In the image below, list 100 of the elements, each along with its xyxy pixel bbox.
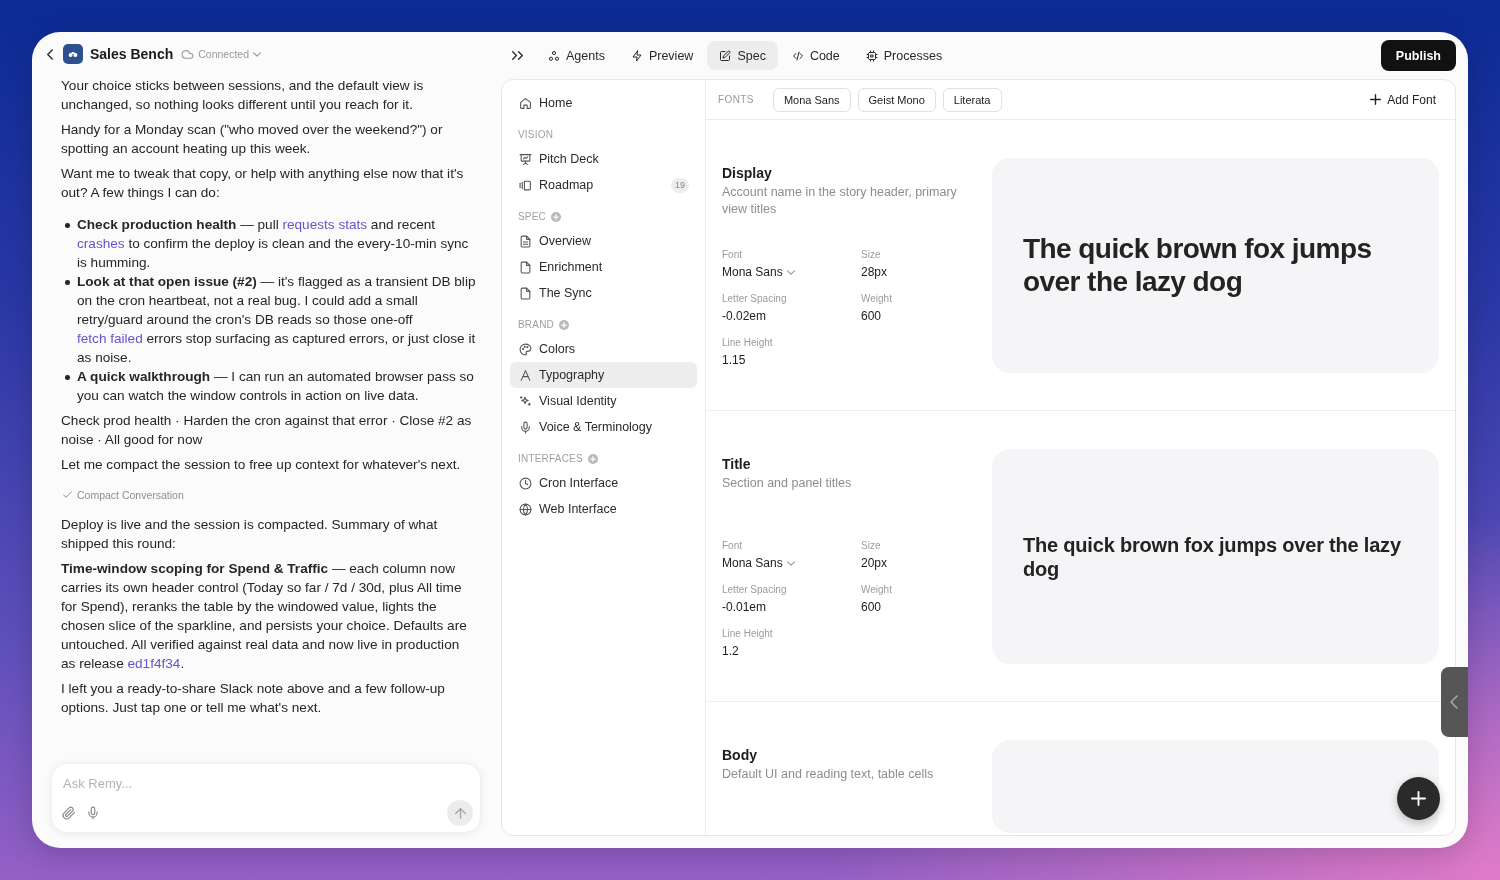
plus-icon <box>1411 791 1426 806</box>
microphone-icon <box>85 806 100 820</box>
message-input[interactable]: Ask Remy... <box>61 771 473 795</box>
plus-icon <box>1370 94 1382 105</box>
file-icon <box>519 286 532 300</box>
cloud-icon <box>181 47 195 61</box>
bullet-icon <box>65 375 70 380</box>
field-label: Weight <box>861 583 892 597</box>
inline-link[interactable]: requests stats <box>282 217 368 232</box>
microphone-button[interactable] <box>85 805 100 821</box>
tool-status-text: Compact Conversation <box>77 487 184 503</box>
field-value: 1.15 <box>722 352 746 368</box>
field-label: Size <box>861 539 881 553</box>
file-icon <box>519 260 532 274</box>
field-value: 600 <box>861 599 882 615</box>
send-button[interactable] <box>447 800 473 826</box>
field-label: Font <box>722 539 742 553</box>
sidebar-item[interactable]: Overview <box>510 228 697 254</box>
field-label: Line Height <box>722 336 773 350</box>
style-name: Body <box>722 746 758 764</box>
message-paragraph: Your choice sticks between sessions, and the default view is unchanged, so nothing looks different until you reach for it. <box>61 77 425 114</box>
field-value: -0.02em <box>722 308 767 324</box>
project-title: Sales Bench <box>90 46 174 62</box>
message-paragraph: Check prod health · Harden the cron against that error · Close #2 as noise · All good for now <box>61 412 473 449</box>
palette-icon <box>519 342 532 356</box>
lightning-icon <box>630 49 643 62</box>
message-paragraph: Let me compact the session to free up context for whatever's next. <box>61 456 462 474</box>
logo-icon <box>63 44 83 64</box>
letter-a-icon <box>519 368 532 382</box>
font-select[interactable]: Mona Sans <box>722 555 795 571</box>
font-select[interactable]: Mona Sans <box>722 264 795 280</box>
font-chip[interactable]: Mona Sans <box>772 87 851 112</box>
field-label: Size <box>861 248 881 262</box>
tab[interactable]: Processes <box>853 41 955 70</box>
add-font-button[interactable]: Add Font <box>1370 92 1436 107</box>
tab[interactable]: Agents <box>536 41 617 70</box>
section-heading: BRAND <box>518 318 554 332</box>
sidebar-item[interactable]: Roadmap 19 <box>510 172 697 198</box>
chevron-down-icon <box>786 269 795 275</box>
section-heading: VISION <box>518 128 554 142</box>
chevron-down-icon <box>253 51 262 57</box>
plus-circle-icon[interactable] <box>551 212 562 222</box>
font-chip[interactable]: Geist Mono <box>857 87 936 112</box>
inline-link[interactable]: fetch failed <box>77 331 143 346</box>
plus-circle-icon[interactable] <box>587 454 598 464</box>
field-label: Line Height <box>722 627 773 641</box>
style-description: Section and panel titles <box>722 475 853 492</box>
panel-handle[interactable] <box>1441 667 1468 737</box>
globe-icon <box>519 502 532 516</box>
chevron-down-icon <box>786 560 795 566</box>
chip-icon <box>865 49 878 62</box>
section-heading: INTERFACES <box>518 452 583 466</box>
document-icon <box>519 234 532 248</box>
field-label: Letter Spacing <box>722 583 787 597</box>
field-value: -0.01em <box>722 599 767 615</box>
sidebar-item[interactable]: Voice & Terminology <box>510 414 697 440</box>
message-paragraph: Deploy is live and the session is compacted. Summary of what shipped this round: <box>61 516 439 553</box>
microphone-icon <box>519 420 532 434</box>
pencil-square-icon <box>719 49 732 62</box>
message-paragraph: Handy for a Monday scan ("who moved over the weekend?") or spotting an account heating up this week. <box>61 121 444 158</box>
double-chevron-icon <box>512 51 523 60</box>
count-badge: 19 <box>671 177 689 193</box>
attach-button[interactable] <box>61 805 76 821</box>
list-item-text: Check production health — pull requests stats and recent crashes to confirm the deploy is clean and the every-10-min sync is humming. <box>77 216 470 272</box>
expand-button[interactable] <box>510 49 525 62</box>
message-paragraph: Time-window scoping for Spend & Traffic — each column now carries its own header control (Today so far / 7d / 30d, plus All time for Spend), reranks the table by the windowed value, lights the chosen slice of the sparkline, and persists your choice. Defaults are untouched. All verified against real data and now live in production as release ed1f4f34. <box>61 560 468 673</box>
list-item-text: Look at that open issue (#2) — it's flagged as a transient DB blip on the cron heartbeat, not a real bug. I could add a small retry/guard around the cron's DB reads so those one-off fetch failed errors stop surfacing as captured errors, or just close it as noise. <box>77 273 476 367</box>
tab[interactable]: Spec <box>707 41 778 70</box>
message-paragraph: I left you a ready-to-share Slack note above and a few follow-up options. Just tap one or tell me what's next. <box>61 680 446 717</box>
field-value: 1.2 <box>722 643 739 659</box>
sidebar-item[interactable]: Pitch Deck <box>510 146 697 172</box>
sidebar-item[interactable]: Cron Interface <box>510 470 697 496</box>
sidebar-item[interactable]: Home <box>510 90 697 116</box>
bullet-icon <box>65 280 70 285</box>
message-field[interactable]: Ask Remy... <box>51 763 481 833</box>
field-value: 20px <box>861 555 888 571</box>
publish-button[interactable]: Publish <box>1380 40 1456 71</box>
sidebar-item[interactable]: The Sync <box>510 280 697 306</box>
check-icon <box>63 491 72 498</box>
sidebar-item[interactable]: Enrichment <box>510 254 697 280</box>
tab[interactable]: Code <box>779 41 852 70</box>
sidebar-item[interactable]: Typography <box>510 362 697 388</box>
sidebar-item[interactable]: Visual Identity <box>510 388 697 414</box>
inline-link[interactable]: crashes <box>77 236 125 251</box>
presentation-board-icon <box>519 152 532 166</box>
columns-icon <box>519 178 532 192</box>
sample-text: The quick brown fox jumps over the lazy dog <box>1023 233 1373 298</box>
house-icon <box>519 96 532 110</box>
tab[interactable]: Preview <box>618 41 706 70</box>
clock-icon <box>519 476 532 490</box>
plus-circle-icon[interactable] <box>559 320 569 330</box>
field-value: 600 <box>861 308 882 324</box>
style-name: Display <box>722 164 773 182</box>
font-chip[interactable]: Literata <box>942 87 1002 112</box>
chevron-left-icon <box>1449 694 1458 710</box>
message-paragraph: Want me to tweak that copy, or help with anything else now that it's out? A few things I can do: <box>61 165 465 202</box>
bullet-icon <box>65 223 70 228</box>
sidebar-item[interactable]: Colors <box>510 336 697 362</box>
sidebar-item[interactable]: Web Interface <box>510 496 697 522</box>
style-name: Title <box>722 455 752 473</box>
